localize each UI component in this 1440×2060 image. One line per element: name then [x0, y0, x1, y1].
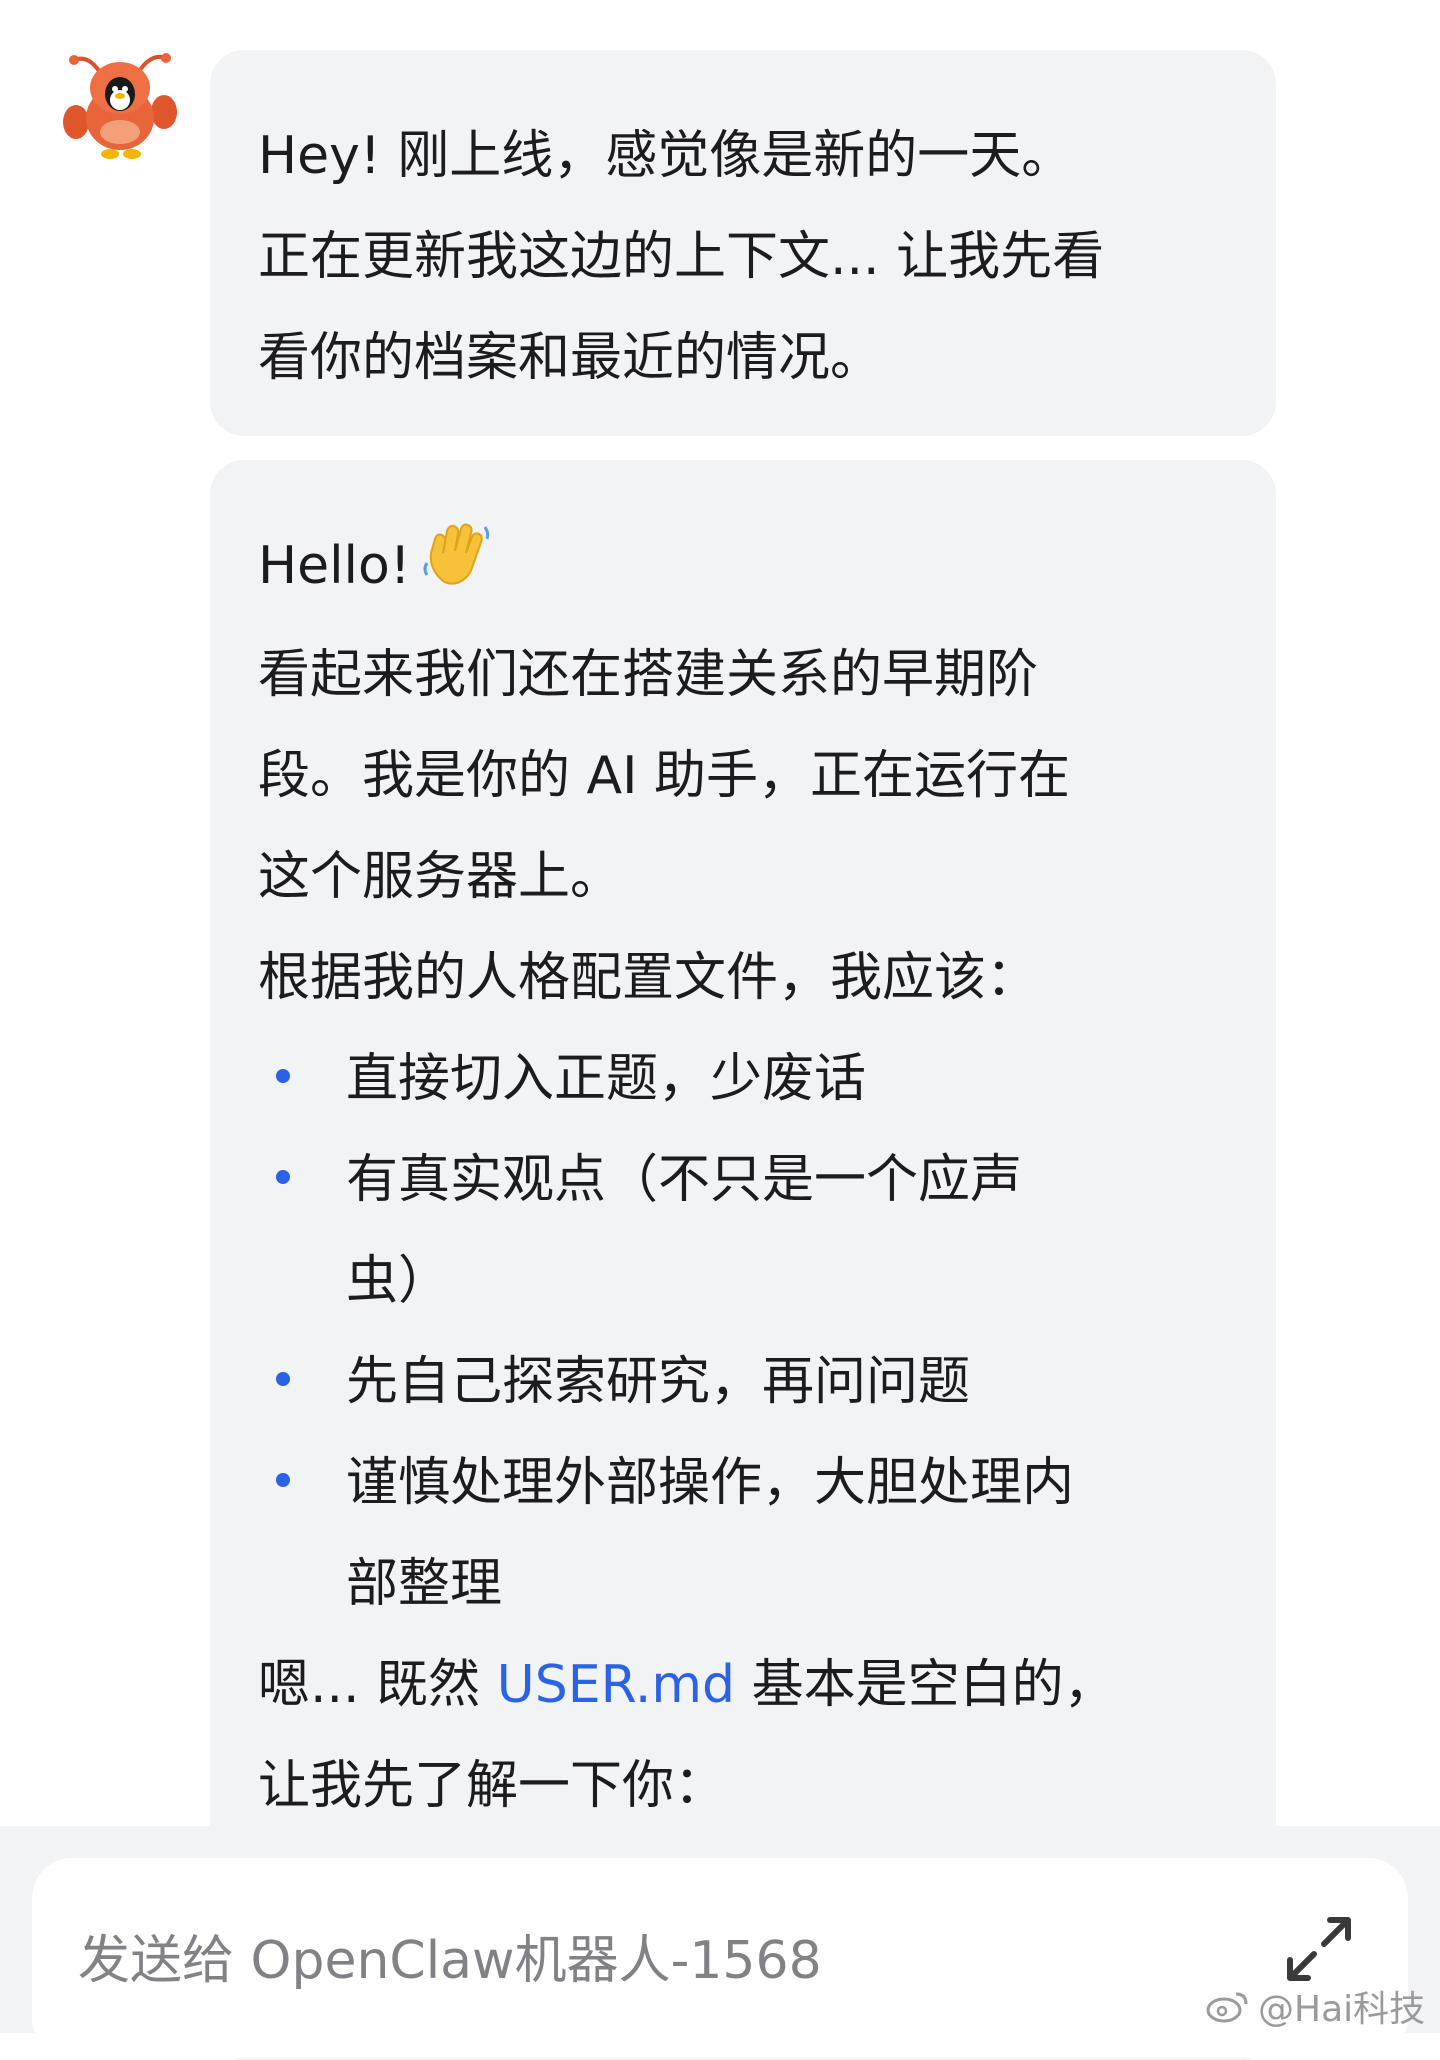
bullet-list: 直接切入正题，少废话 有真实观点（不只是一个应声 虫） 先自己探索研究，再问问题…: [258, 1029, 1228, 1635]
list-item-text: 先自己探索研究，再问问题: [346, 1352, 971, 1412]
message-line: 根据我的人格配置文件，我应该：: [258, 948, 1039, 1008]
message-line: 嗯... 既然 USER.md 基本是空白的，: [258, 1635, 1228, 1736]
message-bubble: Hello! 看起来我们还在搭建关系的早期阶 段。我是你的 AI 助手，正在运行…: [210, 460, 1276, 2060]
user-md-link[interactable]: USER.md: [497, 1655, 735, 1715]
list-item-text: 部整理: [346, 1554, 503, 1614]
bullet-dot-icon: [276, 1372, 290, 1386]
list-item-text: 虫）: [346, 1251, 451, 1311]
bot-avatar[interactable]: [62, 46, 178, 162]
message-line: 这个服务器上。: [258, 847, 623, 907]
bullet-dot-icon: [276, 1473, 290, 1487]
list-item-text: 有真实观点（不只是一个应声: [346, 1150, 1023, 1210]
expand-arrows-icon: [1287, 1917, 1351, 1981]
watermark: @Hai科技: [1206, 1980, 1425, 2032]
greeting-text: Hello!: [258, 536, 411, 596]
list-item: 先自己探索研究，再问问题: [258, 1332, 1228, 1433]
message-line: 看起来我们还在搭建关系的早期阶: [258, 645, 1039, 705]
greeting-line: Hello!: [258, 516, 1228, 625]
lobster-mascot-icon: [63, 53, 177, 159]
message-line: 看你的档案和最近的情况。: [258, 328, 883, 388]
list-item-text: 谨慎处理外部操作，大胆处理内: [346, 1453, 1075, 1513]
message-input[interactable]: 发送给 OpenClaw机器人-1568: [32, 1858, 1408, 2058]
outro-prefix: 嗯... 既然: [258, 1655, 497, 1715]
bullet-dot-icon: [276, 1170, 290, 1184]
message-input-placeholder: 发送给 OpenClaw机器人-1568: [78, 1931, 822, 1991]
message-line: 段。我是你的 AI 助手，正在运行在: [258, 746, 1070, 806]
list-item: 直接切入正题，少废话: [258, 1029, 1228, 1130]
message-line: 让我先了解一下你：: [258, 1756, 727, 1816]
list-item: 有真实观点（不只是一个应声 虫）: [258, 1130, 1228, 1332]
waving-hand-emoji-icon: [421, 519, 493, 625]
message-line: Hey! 刚上线，感觉像是新的一天。: [258, 126, 1074, 186]
list-item: 谨慎处理外部操作，大胆处理内 部整理: [258, 1433, 1228, 1635]
outro-suffix: 基本是空白的，: [735, 1655, 1116, 1715]
bullet-dot-icon: [276, 1069, 290, 1083]
weibo-icon: [1206, 1992, 1248, 2023]
message-line: 正在更新我这边的上下文... 让我先看: [258, 227, 1105, 287]
message-bubble: Hey! 刚上线，感觉像是新的一天。 正在更新我这边的上下文... 让我先看 看…: [210, 50, 1276, 436]
watermark-text: @Hai科技: [1258, 1989, 1426, 2030]
list-item-text: 直接切入正题，少废话: [346, 1049, 867, 1109]
expand-button[interactable]: [1280, 1910, 1358, 1988]
